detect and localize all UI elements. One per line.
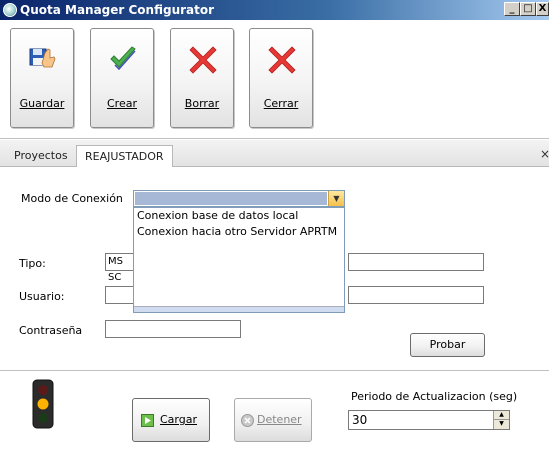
borrar-button[interactable]: Borrar — [170, 28, 234, 128]
periodo-spinner[interactable]: 30 ▲ ▼ — [348, 410, 510, 430]
toolbar: Guardar Crear Borrar Cerrar — [0, 20, 549, 139]
periodo-label: Periodo de Actualizacion (seg) — [351, 390, 518, 403]
detener-label: Detener — [257, 413, 302, 426]
tipo-field[interactable]: MS SC — [105, 253, 133, 283]
guardar-label: Guardar — [19, 97, 65, 110]
spinner-down-icon[interactable]: ▼ — [493, 420, 509, 429]
tab-reajustador[interactable]: REAJUSTADOR — [76, 145, 173, 167]
detener-button[interactable]: Detener — [234, 398, 312, 442]
play-icon — [141, 414, 154, 427]
save-icon — [29, 48, 56, 68]
spinner-up-icon[interactable]: ▲ — [493, 411, 509, 420]
traffic-light-icon — [32, 379, 54, 429]
modo-conexion-dropdown: Conexion base de datos local Conexion ha… — [133, 207, 345, 313]
contrasena-label: Contraseña — [19, 324, 83, 337]
combo-selection — [135, 192, 327, 205]
crear-label: Crear — [107, 97, 137, 110]
dropdown-option-servidor[interactable]: Conexion hacia otro Servidor APRTM — [134, 224, 344, 240]
app-icon — [3, 3, 17, 17]
tab-close-icon[interactable]: × — [540, 147, 549, 161]
modo-conexion-select[interactable]: ▼ — [133, 190, 345, 207]
checkmark-icon — [110, 46, 136, 71]
close-x-icon — [268, 46, 296, 74]
stop-icon — [241, 414, 254, 427]
usuario-label: Usuario: — [19, 290, 65, 303]
title-bar: Quota Manager Configurator _ □ X — [0, 0, 549, 20]
reajustador-panel: Modo de Conexión ▼ Tipo: MS SC Usuario: … — [0, 167, 549, 370]
borrar-label: Borrar — [184, 97, 220, 110]
bottom-panel: Cargar Detener Periodo de Actualizacion … — [0, 370, 549, 457]
tab-proyectos[interactable]: Proyectos — [6, 145, 76, 167]
dropdown-option-local[interactable]: Conexion base de datos local — [134, 208, 344, 224]
crear-button[interactable]: Crear — [90, 28, 154, 128]
probar-button[interactable]: Probar — [410, 333, 485, 357]
contrasena-field[interactable] — [105, 320, 241, 338]
guardar-button[interactable]: Guardar — [10, 28, 74, 128]
window-title: Quota Manager Configurator — [20, 3, 215, 17]
usuario-field[interactable] — [105, 286, 133, 304]
tab-strip: Proyectos REAJUSTADOR × — [0, 140, 549, 167]
chevron-down-icon[interactable]: ▼ — [328, 191, 344, 206]
dropdown-resize-grip[interactable] — [134, 306, 344, 312]
usuario-extra-field[interactable] — [348, 286, 484, 304]
tipo-extra-field[interactable] — [348, 253, 484, 271]
modo-conexion-label: Modo de Conexión — [21, 192, 123, 205]
tipo-label: Tipo: — [19, 257, 46, 270]
minimize-button[interactable]: _ — [504, 2, 520, 16]
periodo-value: 30 — [352, 413, 368, 427]
cerrar-button[interactable]: Cerrar — [249, 28, 313, 128]
maximize-button[interactable]: □ — [520, 2, 536, 16]
cargar-label: Cargar — [160, 413, 197, 426]
close-button[interactable]: X — [536, 2, 549, 16]
delete-x-icon — [189, 46, 217, 74]
cargar-button[interactable]: Cargar — [132, 398, 210, 442]
cerrar-label: Cerrar — [263, 97, 299, 110]
